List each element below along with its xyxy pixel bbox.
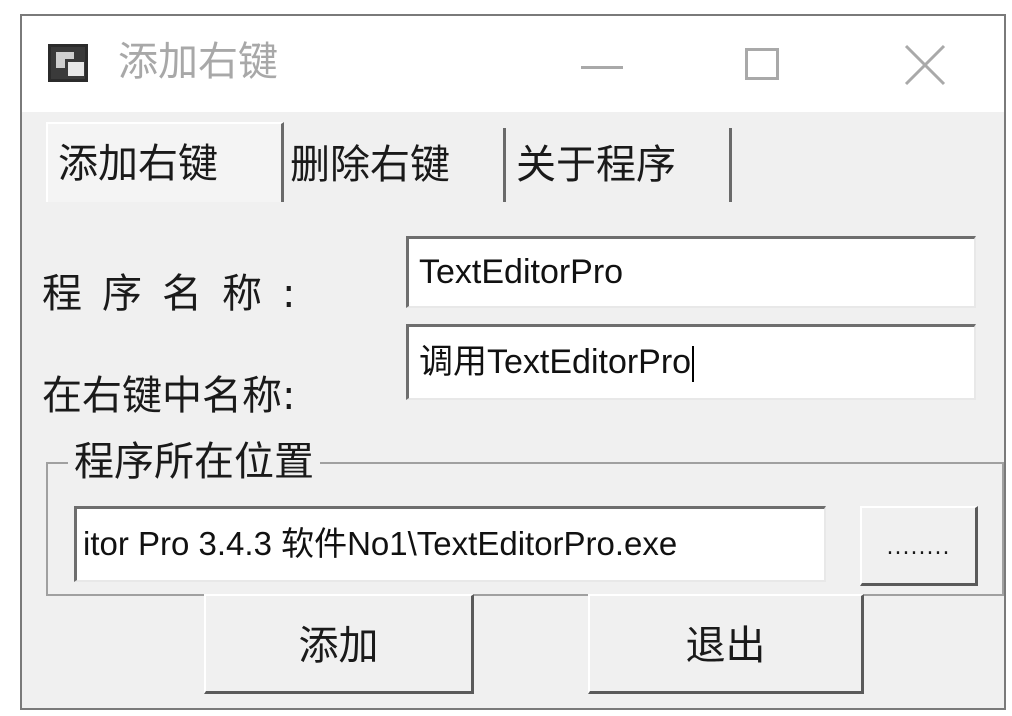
program-name-label: 程序名称: xyxy=(42,271,316,317)
tab-strip: 添加右键 删除右键 关于程序 xyxy=(22,114,1004,206)
exit-button[interactable]: 退出 xyxy=(588,594,864,694)
window-title: 添加右键 xyxy=(118,39,278,85)
tab-remove-context-menu[interactable]: 删除右键 xyxy=(286,128,506,202)
maximize-button[interactable] xyxy=(697,26,827,100)
context-menu-name-label: 在右键中名称: xyxy=(42,373,296,419)
add-button[interactable]: 添加 xyxy=(204,594,474,694)
close-icon xyxy=(904,44,946,86)
program-path-input[interactable]: itor Pro 3.4.3 软件No1\TextEditorPro.exe xyxy=(74,506,826,582)
context-menu-name-value: 调用TextEditorPro xyxy=(419,343,692,381)
minimize-button[interactable] xyxy=(537,26,667,100)
program-location-group-label: 程序所在位置 xyxy=(68,438,320,486)
maximize-icon xyxy=(745,48,779,80)
add-context-menu-window: 添加右键 添加右键 删除右键 关于程序 程序名称: TextEditorPro … xyxy=(20,14,1006,710)
minimize-icon xyxy=(581,66,623,69)
app-icon xyxy=(48,44,88,82)
tab-add-context-menu[interactable]: 添加右键 xyxy=(46,122,284,202)
tab-about-program[interactable]: 关于程序 xyxy=(510,128,732,202)
close-button[interactable] xyxy=(860,26,990,100)
title-bar[interactable]: 添加右键 xyxy=(22,16,1004,112)
program-name-input[interactable]: TextEditorPro xyxy=(406,236,976,308)
text-caret xyxy=(692,346,695,383)
browse-button[interactable]: ........ xyxy=(860,506,978,586)
context-menu-name-input[interactable]: 调用TextEditorPro xyxy=(406,324,976,400)
